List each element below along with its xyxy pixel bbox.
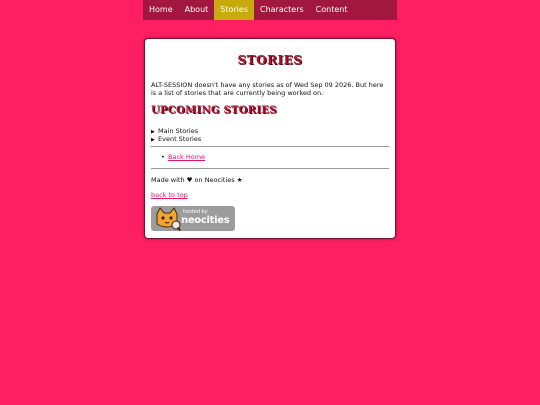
made-with-text: Made with ♥ on Neocities ★ xyxy=(151,176,243,184)
content-card: STORIES ALT-SESSION doesn't have any sto… xyxy=(144,38,396,239)
neocities-badge[interactable]: hosted by neocities xyxy=(151,206,235,231)
back-home-link[interactable]: Back Home xyxy=(168,153,205,161)
bullet-icon: • xyxy=(161,153,165,161)
intro-text: ALT-SESSION doesn't have any stories as … xyxy=(151,81,384,97)
back-home-item: • Back Home xyxy=(161,153,205,161)
nav-stories[interactable]: Stories xyxy=(214,0,254,20)
divider xyxy=(151,146,389,147)
divider xyxy=(151,168,389,169)
nav-characters[interactable]: Characters xyxy=(254,0,310,20)
nav-about[interactable]: About xyxy=(179,0,215,20)
upcoming-stories-heading: UPCOMING STORIES xyxy=(151,105,277,116)
top-nav: Home About Stories Characters Content xyxy=(143,0,397,20)
disclosure-triangle-icon: ▶ xyxy=(151,137,155,143)
details-event-stories[interactable]: ▶ Event Stories xyxy=(151,135,201,144)
neocities-cat-icon xyxy=(156,207,182,231)
page-title: STORIES xyxy=(237,53,303,67)
back-to-top-link[interactable]: back to top xyxy=(151,191,188,199)
nav-content[interactable]: Content xyxy=(310,0,354,20)
details-label: Event Stories xyxy=(158,135,202,143)
nav-home[interactable]: Home xyxy=(143,0,179,20)
details-label: Main Stories xyxy=(158,127,199,135)
badge-neocities-text: neocities xyxy=(181,215,230,226)
back-to-top-item: back to top xyxy=(151,191,188,199)
